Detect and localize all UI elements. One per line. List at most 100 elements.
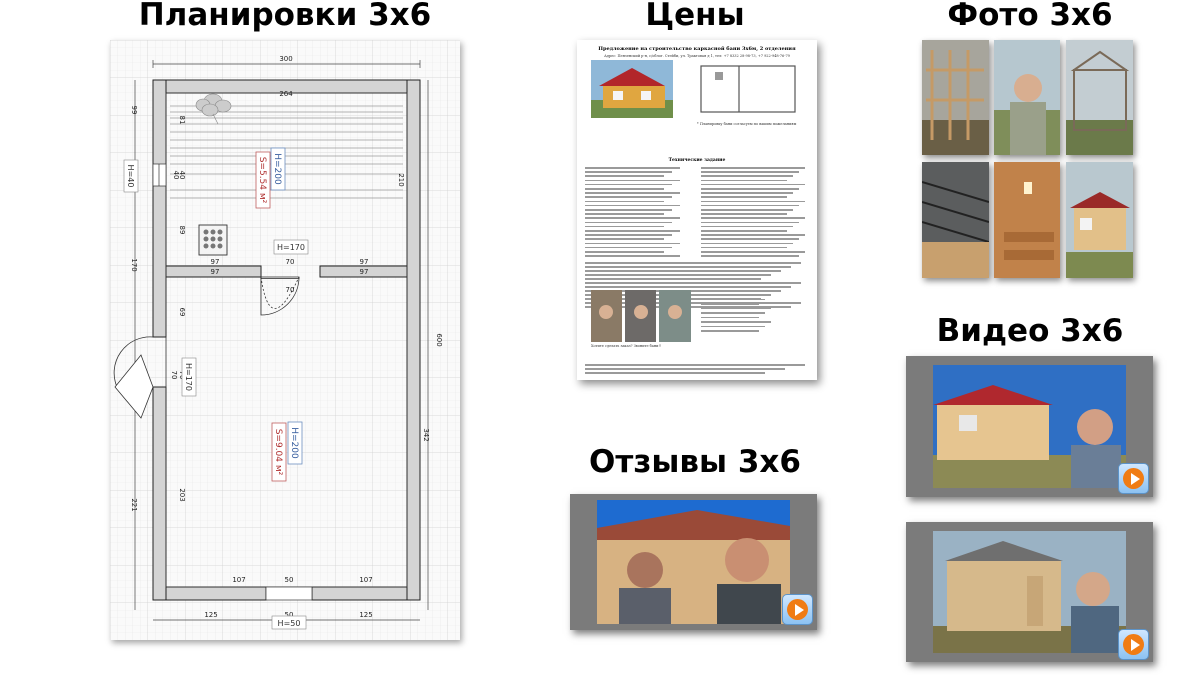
price-sheet-text-line xyxy=(701,213,787,215)
dim-125a: 125 xyxy=(204,611,217,619)
price-sheet-text-line xyxy=(701,255,799,257)
price-sheet-text-line xyxy=(701,192,793,194)
price-sheet-text-line xyxy=(585,274,771,276)
floor-plan-image[interactable]: 300 264 97 70 97 97 70 97 107 50 107 125… xyxy=(110,40,460,640)
price-sheet-text-line xyxy=(701,188,799,190)
price-sheet-text-line xyxy=(585,217,680,219)
price-sheet-text-line xyxy=(701,307,771,310)
dim-right-outer: 600 xyxy=(435,333,443,346)
price-sheet-text-line xyxy=(701,209,793,211)
dim-81: 81 xyxy=(178,116,186,125)
price-sheet-text-line xyxy=(701,225,793,228)
price-sheet-text-line xyxy=(701,312,765,314)
price-sheet-image[interactable]: Предложение на строительство каркасной б… xyxy=(577,40,817,380)
price-sheet-text-line xyxy=(585,242,680,245)
photos-heading: Фото 3х6 xyxy=(947,0,1113,33)
price-sheet-photos xyxy=(591,290,691,342)
play-button[interactable] xyxy=(782,594,813,625)
price-sheet-text-line xyxy=(701,217,805,219)
dim-right-lower: 342 xyxy=(422,428,430,441)
price-sheet-text-line xyxy=(585,209,672,211)
price-sheet-text-line xyxy=(585,225,664,228)
reviews-video-thumbnail[interactable] xyxy=(570,494,817,630)
price-sheet-photo-caption: Хотите сделать заказ? Звоните бани!! xyxy=(591,344,662,348)
price-sheet-text-line xyxy=(701,251,805,253)
photo-frame-5[interactable] xyxy=(994,162,1060,278)
dim-70b: 70 xyxy=(286,286,295,294)
price-sheet-text-line xyxy=(701,298,765,301)
photo-frame-6[interactable] xyxy=(1066,162,1133,278)
dim-right-upper: 210 xyxy=(397,173,405,186)
door-height-label: H=170 xyxy=(277,243,305,252)
price-sheet-text-line xyxy=(701,175,793,177)
price-sheet-section: Технические задание xyxy=(668,158,726,163)
price-sheet-text-line xyxy=(701,246,787,249)
dim-left-top: 99 xyxy=(130,106,138,115)
price-sheet-text-line xyxy=(701,204,799,207)
play-button[interactable] xyxy=(1118,629,1149,660)
video-thumbnail-1[interactable] xyxy=(906,356,1153,497)
price-sheet-text-line xyxy=(585,175,664,177)
price-sheet-text-line xyxy=(585,200,664,203)
dim-40b: 40 xyxy=(178,171,186,180)
dim-top-inner: 264 xyxy=(279,90,293,98)
room2-height: H=200 xyxy=(289,427,299,459)
price-sheet-text-line xyxy=(701,303,759,305)
video-heading: Видео 3х6 xyxy=(936,313,1124,349)
price-sheet-text-line xyxy=(701,171,799,173)
price-sheet-text-line xyxy=(585,262,801,264)
video-thumbnail-2[interactable] xyxy=(906,522,1153,662)
photo-frame-3[interactable] xyxy=(1066,40,1133,155)
video-frame-1 xyxy=(933,365,1126,488)
dim-69: 69 xyxy=(178,308,186,317)
photo-frame-2[interactable] xyxy=(994,40,1060,155)
dim-97c: 97 xyxy=(211,258,220,266)
side-door-height-label: H=170 xyxy=(184,363,193,391)
dim-89: 89 xyxy=(178,226,186,235)
price-sheet-text-line xyxy=(701,179,787,182)
reviews-heading: Отзывы 3х6 xyxy=(589,444,801,480)
price-sheet-text-line xyxy=(701,234,805,236)
price-sheet-text-line xyxy=(701,321,771,323)
prices-heading: Цены xyxy=(645,0,745,33)
dim-70a: 70 xyxy=(286,258,295,266)
price-sheet-text-line xyxy=(585,246,672,249)
price-sheet-text-line xyxy=(585,372,765,374)
price-sheet-text-line xyxy=(585,266,791,268)
dim-97b: 97 xyxy=(360,258,369,266)
window-height-label: H=40 xyxy=(126,165,135,188)
price-sheet-text-line xyxy=(701,230,787,232)
dim-203: 203 xyxy=(178,488,186,501)
price-sheet-text-line xyxy=(701,330,759,332)
price-sheet-text-line xyxy=(701,238,799,240)
price-sheet-caption: * Планировку бани согласуем по вашим пож… xyxy=(697,122,797,126)
price-sheet-text-line xyxy=(701,325,765,328)
photo-frame-1[interactable] xyxy=(922,40,989,155)
room2-area: S=9.04 м² xyxy=(273,429,283,476)
price-sheet-subtitle: Адрес: Пензенский р-н, с/облог. Стейби, … xyxy=(604,54,790,58)
play-button[interactable] xyxy=(1118,463,1149,494)
price-sheet-text-line xyxy=(585,251,664,253)
photo-frame-4[interactable] xyxy=(922,162,989,278)
dim-70c: 70 xyxy=(170,371,178,380)
dim-top-outer: 300 xyxy=(279,55,292,63)
price-sheet-text-line xyxy=(585,282,801,284)
room1-height: H=200 xyxy=(272,153,282,185)
dim-50a: 50 xyxy=(285,576,294,584)
dim-97a: 97 xyxy=(211,268,220,276)
price-sheet-text-line xyxy=(701,200,805,203)
reviews-video-frame xyxy=(597,500,790,624)
price-sheet-text-line xyxy=(701,196,787,198)
price-sheet-text-line xyxy=(585,196,672,198)
price-sheet-text-line xyxy=(701,183,805,186)
price-sheet-text-line xyxy=(701,221,799,224)
price-sheet-text-line xyxy=(585,278,761,280)
dim-left-bottom: 221 xyxy=(130,498,138,511)
price-sheet-text-line xyxy=(585,270,781,272)
price-sheet-text-line xyxy=(585,204,680,207)
dim-left-mid: 170 xyxy=(130,258,138,271)
dim-97d: 97 xyxy=(360,268,369,276)
price-sheet-text-line xyxy=(585,192,680,194)
dim-107a: 107 xyxy=(232,576,245,584)
dim-125b: 125 xyxy=(359,611,372,619)
